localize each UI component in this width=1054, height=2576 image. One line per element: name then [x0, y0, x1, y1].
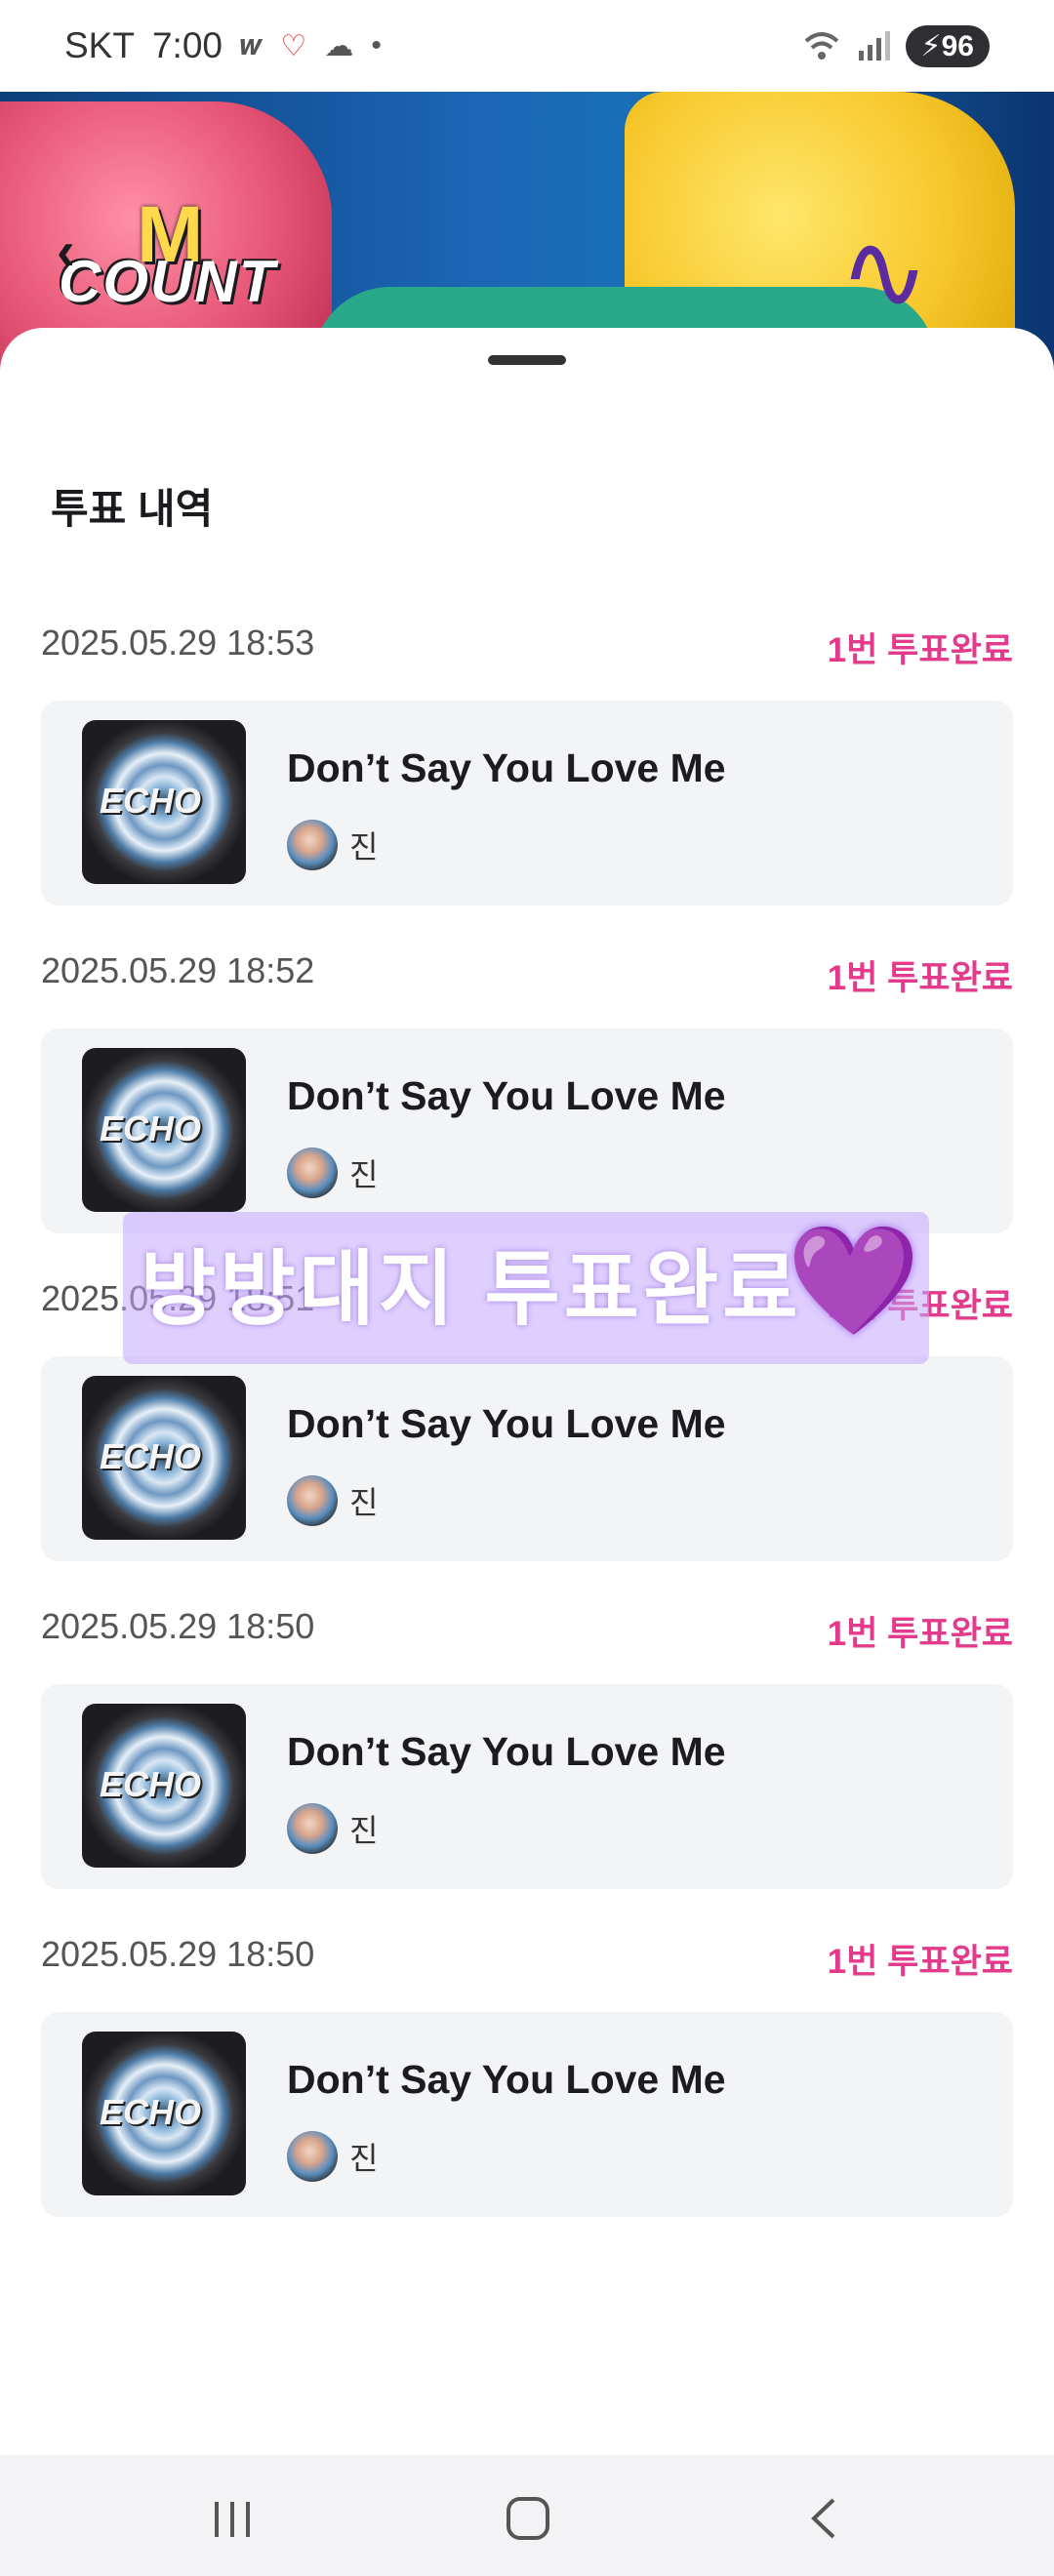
- vote-status: 1번 투표완료: [827, 1943, 1013, 1981]
- dot-icon: •: [371, 29, 382, 61]
- vote-item: 2025.05.29 18:50 1번 투표완료 ECHO Don’t Say …: [41, 1934, 1013, 2217]
- w-app-icon: 𝒘: [239, 29, 264, 61]
- album-art: ECHO: [82, 1376, 246, 1540]
- battery-level: 96: [941, 29, 974, 62]
- artist-row: 진: [287, 1475, 378, 1526]
- album-title: ECHO: [100, 781, 202, 821]
- cloud-icon: ☁: [324, 29, 354, 62]
- back-nav-icon[interactable]: [804, 2494, 843, 2543]
- artist-name: 진: [349, 1157, 379, 1192]
- battery-icon: ⚡96: [905, 24, 990, 67]
- carrier: SKT: [64, 25, 135, 65]
- artist-name: 진: [349, 1813, 379, 1848]
- album-art: ECHO: [82, 2032, 246, 2195]
- artist-row: 진: [287, 1147, 378, 1198]
- mcountdown-logo-text: COUNT: [59, 249, 277, 314]
- song-title: Don’t Say You Love Me: [287, 1073, 726, 1118]
- song-card[interactable]: ECHO Don’t Say You Love Me 진: [41, 701, 1013, 906]
- vote-status: 1번 투표완료: [827, 631, 1013, 669]
- artist-avatar: [287, 1147, 338, 1198]
- vote-item: 2025.05.29 18:50 1번 투표완료 ECHO Don’t Say …: [41, 1606, 1013, 1889]
- artist-row: 진: [287, 2131, 378, 2182]
- recent-apps-icon[interactable]: [209, 2498, 258, 2541]
- purple-heart-icon: 💜: [787, 1221, 920, 1341]
- artist-name: 진: [349, 2141, 379, 2176]
- artist-avatar: [287, 1475, 338, 1526]
- artist-avatar: [287, 1803, 338, 1854]
- artist-name: 진: [349, 1485, 379, 1520]
- vote-date: 2025.05.29 18:50: [41, 1934, 315, 1974]
- vote-status: 1번 투표완료: [827, 1615, 1013, 1653]
- artist-name: 진: [349, 829, 379, 865]
- artist-row: 진: [287, 820, 378, 870]
- status-bar: SKT 7:00 𝒘 ♡ ☁ • ⚡96: [0, 0, 1054, 92]
- vote-date: 2025.05.29 18:50: [41, 1606, 315, 1646]
- signal-icon: [858, 31, 890, 60]
- page-title: 투표 내역: [51, 486, 214, 532]
- vote-status: 1번 투표완료: [827, 959, 1013, 997]
- vote-date: 2025.05.29 18:53: [41, 623, 315, 663]
- sheet-drag-handle[interactable]: [488, 355, 566, 365]
- vote-history-sheet: 투표 내역 2025.05.29 18:53 1번 투표완료 ECHO Don’…: [0, 328, 1054, 2455]
- artist-avatar: [287, 820, 338, 870]
- vote-date: 2025.05.29 18:52: [41, 950, 315, 990]
- wifi-icon: [804, 32, 838, 60]
- song-title: Don’t Say You Love Me: [287, 1401, 726, 1446]
- system-nav-bar: [0, 2455, 1054, 2576]
- album-title: ECHO: [100, 2092, 202, 2132]
- song-title: Don’t Say You Love Me: [287, 1729, 726, 1774]
- artist-avatar: [287, 2131, 338, 2182]
- text-sticker: 방방대지 투표완료 💜: [123, 1212, 929, 1364]
- vote-item: 2025.05.29 18:52 1번 투표완료 ECHO Don’t Say …: [41, 950, 1013, 1233]
- song-title: Don’t Say You Love Me: [287, 745, 726, 790]
- vote-item: 2025.05.29 18:53 1번 투표완료 ECHO Don’t Say …: [41, 623, 1013, 906]
- song-card[interactable]: ECHO Don’t Say You Love Me 진: [41, 1028, 1013, 1233]
- album-art: ECHO: [82, 720, 246, 884]
- song-card[interactable]: ECHO Don’t Say You Love Me 진: [41, 2012, 1013, 2217]
- home-icon[interactable]: [504, 2494, 552, 2543]
- clock: 7:00: [151, 25, 223, 65]
- album-title: ECHO: [100, 1764, 202, 1804]
- album-title: ECHO: [100, 1436, 202, 1476]
- song-card[interactable]: ECHO Don’t Say You Love Me 진: [41, 1684, 1013, 1889]
- album-title: ECHO: [100, 1108, 202, 1148]
- heart-app-icon: ♡: [280, 29, 307, 62]
- song-card[interactable]: ECHO Don’t Say You Love Me 진: [41, 1356, 1013, 1561]
- song-title: Don’t Say You Love Me: [287, 2057, 726, 2102]
- smiley-squiggle-icon: ∿: [839, 212, 930, 332]
- status-right: ⚡96: [802, 24, 990, 67]
- album-art: ECHO: [82, 1704, 246, 1868]
- status-left: SKT 7:00 𝒘 ♡ ☁ •: [64, 25, 382, 66]
- album-art: ECHO: [82, 1048, 246, 1212]
- sticker-text: 방방대지 투표완료: [141, 1243, 802, 1335]
- artist-row: 진: [287, 1803, 378, 1854]
- back-button[interactable]: ‹: [57, 219, 75, 282]
